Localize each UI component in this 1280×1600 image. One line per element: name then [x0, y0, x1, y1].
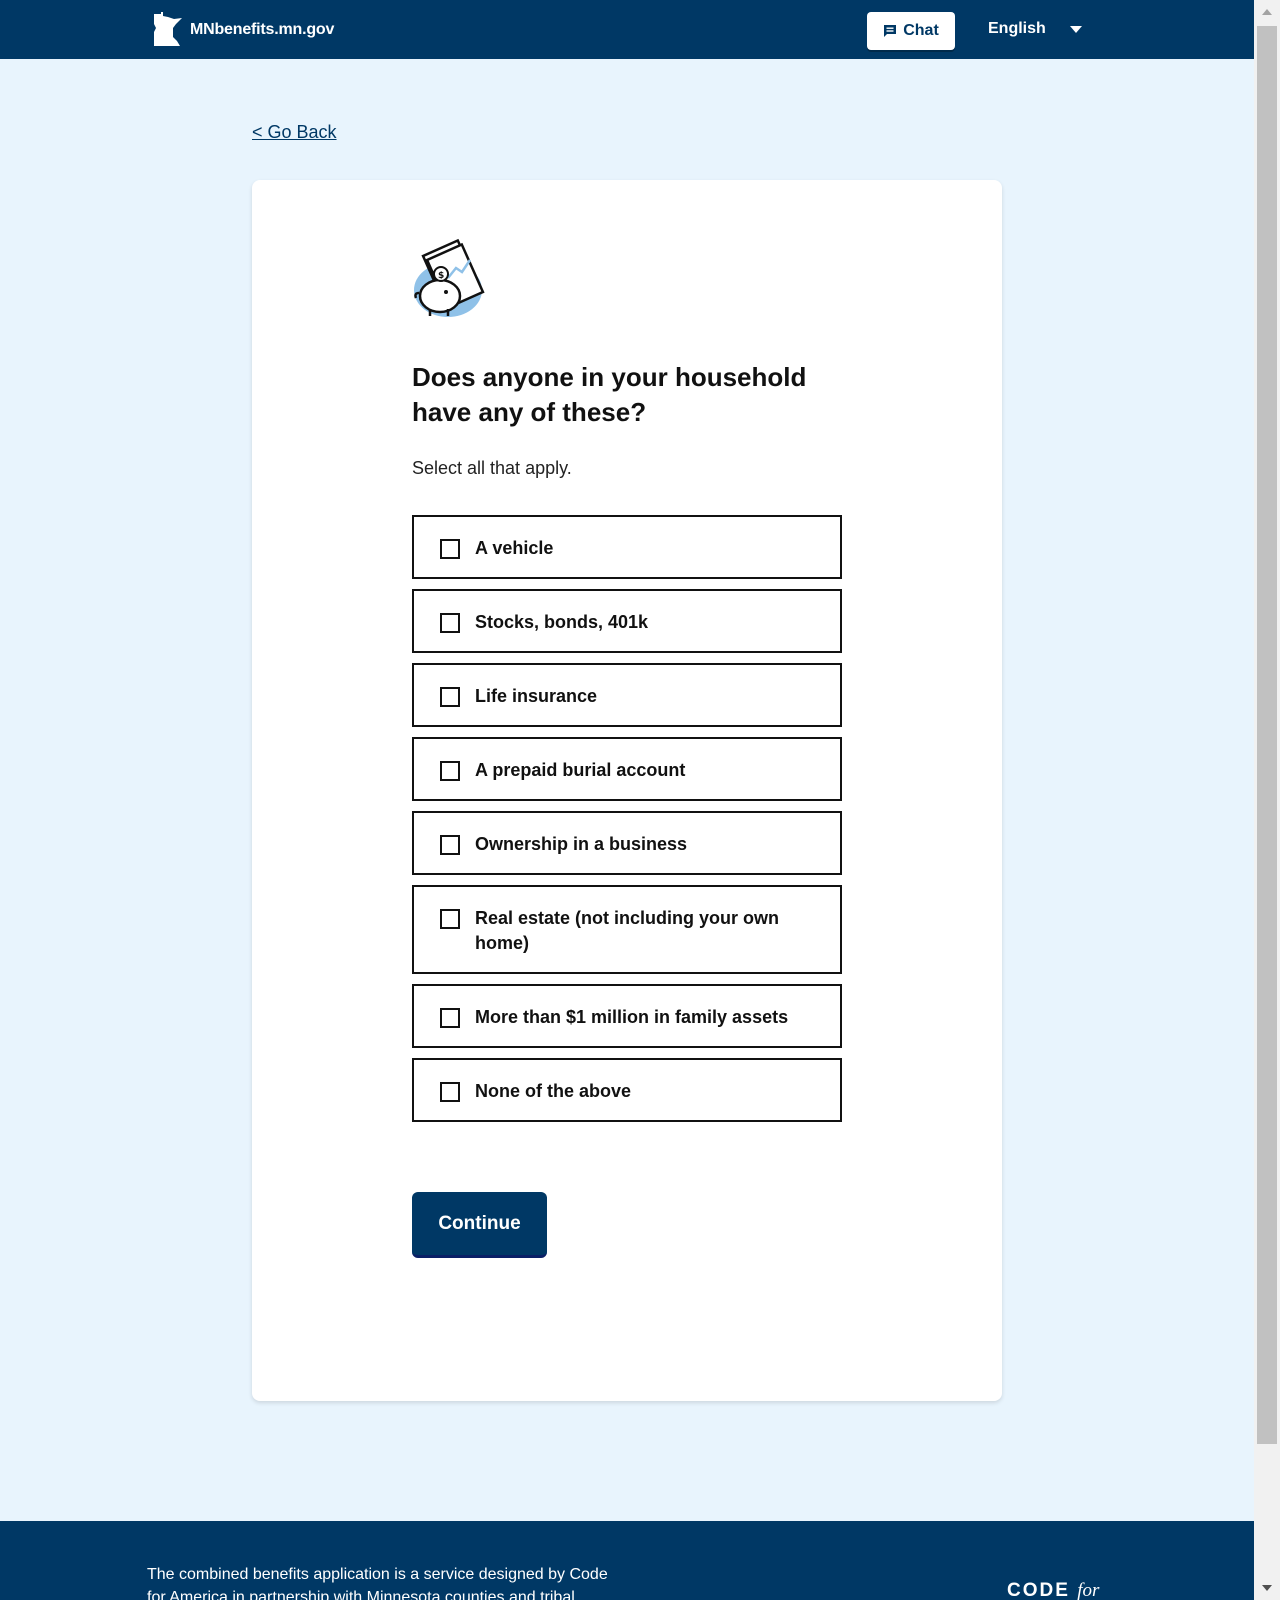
checkbox[interactable] — [440, 761, 460, 781]
scrollbar-thumb[interactable] — [1257, 26, 1277, 1444]
option-label: Ownership in a business — [475, 834, 688, 854]
language-selector[interactable]: English — [988, 20, 1046, 38]
page: MNbenefits.mn.gov Chat English < Go Back… — [0, 0, 1254, 1600]
checkbox-option-business[interactable]: Ownership in a business — [412, 811, 842, 875]
site-header: MNbenefits.mn.gov Chat English — [0, 0, 1254, 59]
option-label: Life insurance — [475, 686, 598, 706]
site-name: MNbenefits.mn.gov — [190, 21, 335, 38]
chat-bubble-icon — [884, 25, 897, 37]
helper-text: Select all that apply. — [412, 458, 572, 478]
checkbox[interactable] — [440, 613, 460, 633]
checkbox-option-stocks[interactable]: Stocks, bonds, 401k — [412, 589, 842, 653]
checkbox-option-vehicle[interactable]: A vehicle — [412, 515, 842, 579]
checkbox-option-life-insurance[interactable]: Life insurance — [412, 663, 842, 727]
option-label: More than $1 million in family assets — [475, 1007, 789, 1027]
chevron-down-icon[interactable] — [1070, 26, 1082, 33]
checkbox-option-million-assets[interactable]: More than $1 million in family assets — [412, 984, 842, 1048]
option-label: Stocks, bonds, 401k — [475, 612, 649, 632]
checkbox-option-none[interactable]: None of the above — [412, 1058, 842, 1122]
checkbox-option-real-estate[interactable]: Real estate (not including your own home… — [412, 885, 842, 974]
vertical-scrollbar[interactable] — [1254, 0, 1280, 1600]
checkbox-option-burial-account[interactable]: A prepaid burial account — [412, 737, 842, 801]
logo-code-text: CODE — [1007, 1580, 1070, 1600]
question-card: $ Does anyone in your household have any… — [252, 180, 1002, 1401]
checkbox[interactable] — [440, 539, 460, 559]
continue-button[interactable]: Continue — [412, 1192, 547, 1258]
piggy-bank-illustration-icon: $ — [414, 238, 485, 317]
site-logo-link[interactable]: MNbenefits.mn.gov — [152, 12, 334, 48]
option-label: Real estate (not including your own home… — [475, 908, 780, 953]
logo-for-text: for — [1077, 1580, 1100, 1600]
checkbox[interactable] — [440, 1008, 460, 1028]
svg-text:$: $ — [438, 271, 444, 281]
checkbox[interactable] — [440, 687, 460, 707]
chat-button[interactable]: Chat — [867, 12, 955, 50]
checkbox[interactable] — [440, 909, 460, 929]
checkbox[interactable] — [440, 1082, 460, 1102]
option-label: A vehicle — [475, 538, 554, 558]
minnesota-state-icon — [154, 12, 182, 46]
go-back-link[interactable]: < Go Back — [252, 122, 337, 143]
option-label: None of the above — [475, 1081, 632, 1101]
site-footer: The combined benefits application is a s… — [0, 1521, 1254, 1600]
option-label: A prepaid burial account — [475, 760, 686, 780]
scroll-down-arrow-icon[interactable] — [1262, 1585, 1272, 1591]
scroll-up-arrow-icon[interactable] — [1262, 9, 1272, 15]
page-title: Does anyone in your household have any o… — [412, 362, 807, 427]
chat-button-label: Chat — [903, 22, 939, 39]
code-for-america-logo[interactable]: CODE for — [1007, 1580, 1099, 1600]
checkbox[interactable] — [440, 835, 460, 855]
footer-text: The combined benefits application is a s… — [147, 1566, 608, 1600]
